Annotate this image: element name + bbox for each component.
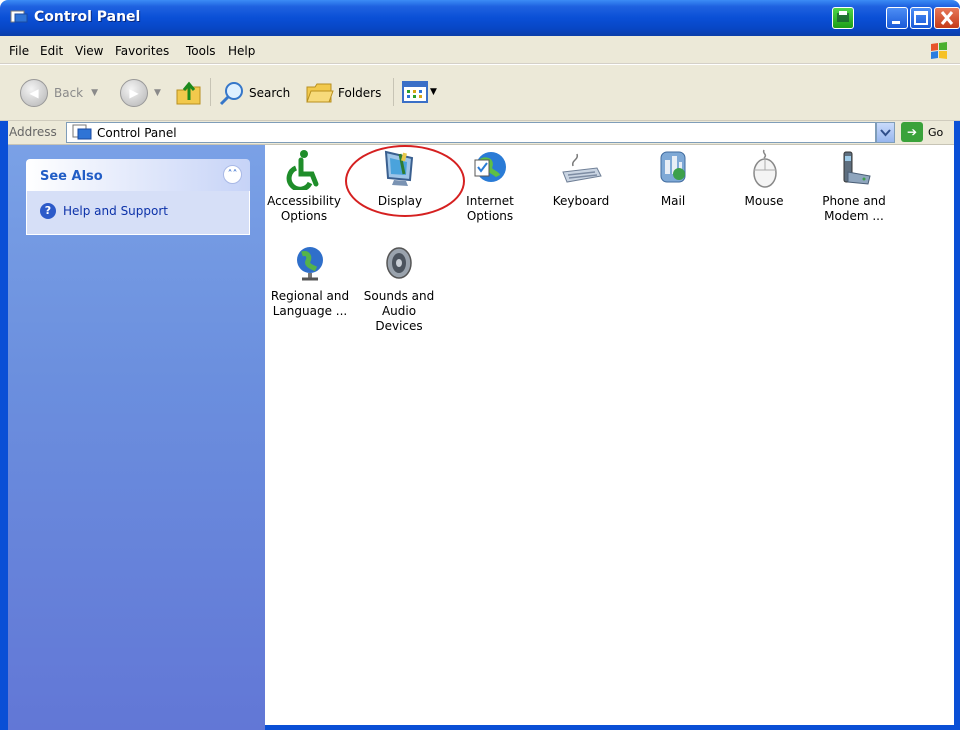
item-label: Language ...: [272, 304, 348, 318]
go-arrow-icon: ➔: [901, 122, 923, 142]
forward-dropdown-icon[interactable]: ▼: [154, 88, 161, 98]
item-label: Regional and: [270, 289, 350, 303]
windows-logo-icon: [931, 42, 947, 59]
chevron-down-icon: [880, 129, 891, 137]
item-mail[interactable]: Mail: [631, 148, 715, 209]
see-also-panel: See Also ˄˄ ? Help and Support: [26, 159, 250, 235]
menu-tools[interactable]: Tools: [186, 44, 216, 58]
search-button[interactable]: Search: [218, 80, 290, 106]
control-panel-icon: [10, 10, 28, 23]
back-dropdown-icon[interactable]: ▼: [91, 88, 98, 98]
highlight-circle: [345, 145, 465, 217]
window-frame-right: [954, 121, 960, 730]
minimize-button[interactable]: [886, 7, 908, 29]
item-label: Sounds and: [363, 289, 435, 303]
keyboard-icon: [562, 153, 602, 183]
item-label: Options: [466, 209, 514, 223]
menu-favorites[interactable]: Favorites: [115, 44, 169, 58]
mail-icon: [660, 151, 686, 183]
maximize-button[interactable]: [910, 7, 932, 29]
task-pane: See Also ˄˄ ? Help and Support: [8, 145, 265, 730]
help-and-support-link[interactable]: ? Help and Support: [40, 203, 168, 219]
address-input[interactable]: Control Panel: [66, 122, 876, 143]
views-icon: [402, 81, 428, 103]
folders-icon: [306, 83, 334, 103]
item-keyboard[interactable]: Keyboard: [539, 148, 623, 209]
go-button[interactable]: ➔ Go: [901, 122, 943, 142]
close-button[interactable]: [934, 7, 960, 29]
phone-modem-icon: [843, 151, 871, 185]
menu-edit[interactable]: Edit: [40, 44, 63, 58]
window-title: Control Panel: [34, 9, 141, 25]
item-label: Options: [280, 209, 328, 223]
up-folder-icon: [176, 81, 201, 105]
mouse-icon: [753, 149, 777, 188]
menu-help[interactable]: Help: [228, 44, 255, 58]
item-sounds-and-audio[interactable]: Sounds and Audio Devices: [357, 243, 441, 334]
printer-tray-icon[interactable]: [832, 7, 854, 29]
internet-options-icon: [474, 152, 506, 182]
item-phone-and-modem[interactable]: Phone and Modem ...: [812, 148, 896, 224]
back-button[interactable]: ◀ Back ▼: [20, 79, 98, 107]
menu-file[interactable]: File: [9, 44, 29, 58]
standard-toolbar: ◀ Back ▼ ▶ ▼ Search Folders ▼: [0, 65, 960, 121]
back-label: Back: [54, 86, 84, 100]
views-button[interactable]: ▼: [402, 80, 437, 104]
back-arrow-icon: ◀: [20, 79, 48, 107]
item-label: Audio Devices: [375, 304, 423, 333]
address-value: Control Panel: [97, 126, 177, 140]
item-label: Phone and: [822, 194, 886, 208]
speaker-icon: [386, 247, 412, 279]
item-regional-and-language[interactable]: Regional and Language ...: [268, 243, 352, 319]
help-and-support-label: Help and Support: [63, 204, 168, 218]
title-bar[interactable]: Control Panel: [0, 0, 960, 36]
see-also-body: ? Help and Support: [26, 191, 250, 235]
address-bar: Address Control Panel ➔ Go: [0, 121, 960, 145]
globe-icon: [297, 247, 323, 281]
folders-button[interactable]: Folders: [305, 80, 381, 106]
item-label: Accessibility: [267, 194, 341, 208]
menu-bar: File Edit View Favorites Tools Help: [0, 36, 960, 64]
forward-button[interactable]: ▶ ▼: [120, 79, 161, 107]
accessibility-icon: [286, 150, 319, 190]
collapse-icon[interactable]: ˄˄: [223, 165, 242, 184]
item-label: Keyboard: [552, 194, 610, 208]
item-label: Mail: [660, 194, 686, 208]
item-label: Modem ...: [824, 209, 884, 223]
search-label: Search: [249, 86, 291, 100]
item-label: Mouse: [744, 194, 784, 208]
help-icon: ?: [40, 203, 56, 219]
item-label: Internet: [466, 194, 514, 208]
see-also-title: See Also: [40, 169, 103, 184]
control-panel-icon: [72, 124, 92, 140]
go-label: Go: [928, 125, 944, 139]
see-also-header[interactable]: See Also ˄˄: [26, 159, 250, 191]
item-accessibility-options[interactable]: Accessibility Options: [262, 148, 346, 224]
folders-label: Folders: [338, 86, 382, 100]
up-folder-button[interactable]: [174, 78, 204, 108]
search-icon: [219, 82, 243, 106]
views-dropdown-icon: ▼: [430, 87, 437, 97]
address-label: Address: [9, 125, 57, 139]
item-mouse[interactable]: Mouse: [722, 148, 806, 209]
window-frame-left: [0, 121, 8, 730]
forward-arrow-icon: ▶: [120, 79, 148, 107]
menu-view[interactable]: View: [75, 44, 103, 58]
address-dropdown-button[interactable]: [876, 122, 895, 143]
